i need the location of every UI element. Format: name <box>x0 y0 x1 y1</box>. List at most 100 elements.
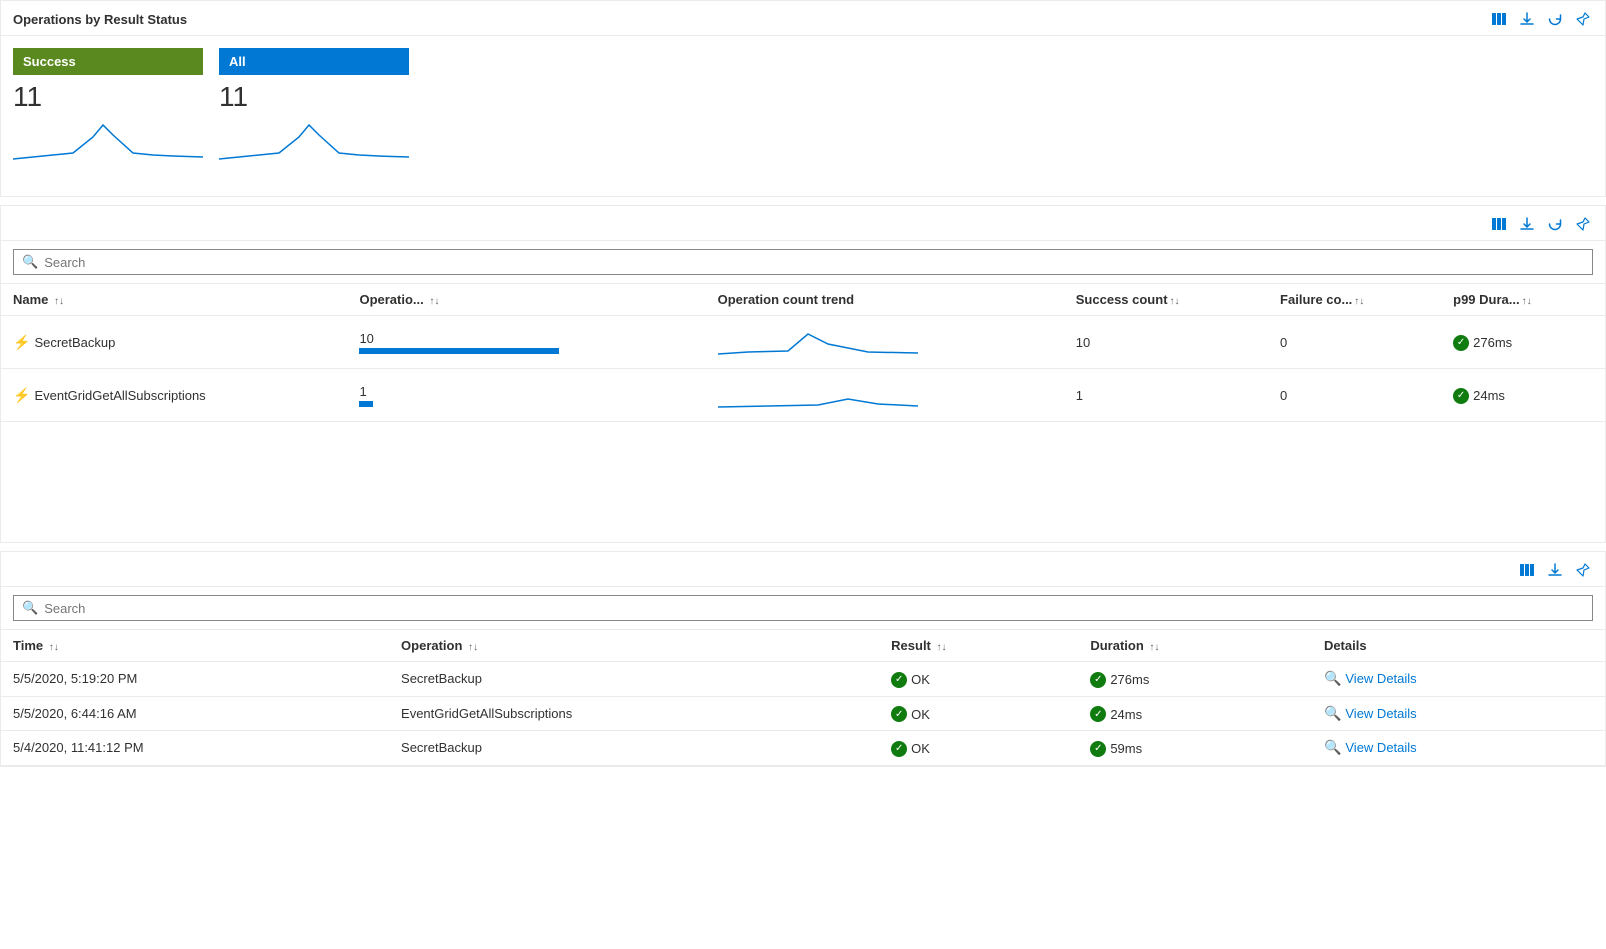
col-time[interactable]: Time ↑↓ <box>1 630 389 662</box>
drow2-result: ✓ OK <box>879 696 1078 731</box>
panel2-download-icon[interactable] <box>1517 214 1537 234</box>
row2-op-icon: ⚡ <box>13 387 30 404</box>
success-tile-count: 11 <box>13 79 203 113</box>
panel1-toolbar <box>1489 9 1593 29</box>
drow2-check-icon: ✓ <box>891 706 907 722</box>
drow2-dur-icon: ✓ <box>1090 706 1106 722</box>
sort-p99: ↑↓ <box>1522 296 1532 307</box>
panel2-pin-icon[interactable] <box>1573 214 1593 234</box>
panel3-search-box[interactable]: 🔍 <box>13 595 1593 621</box>
columns-icon[interactable] <box>1489 9 1509 29</box>
table-row: ⚡ EventGridGetAllSubscriptions 1 <box>1 369 1605 422</box>
pin-icon[interactable] <box>1573 9 1593 29</box>
drow2-time: 5/5/2020, 6:44:16 AM <box>1 696 389 731</box>
col-operation-count[interactable]: Operatio... ↑↓ <box>347 284 705 316</box>
panel2-search-icon: 🔍 <box>22 254 38 270</box>
drow3-dur-icon: ✓ <box>1090 741 1106 757</box>
success-tile[interactable]: Success 11 <box>13 48 203 167</box>
drow3-check-icon: ✓ <box>891 741 907 757</box>
row1-p99: ✓ 276ms <box>1441 316 1605 369</box>
row2-success-count: 1 <box>1064 369 1268 422</box>
drow1-result: ✓ OK <box>879 662 1078 697</box>
drow3-view-details-link[interactable]: 🔍 View Details <box>1324 739 1593 756</box>
panel2-search-box[interactable]: 🔍 <box>13 249 1593 275</box>
table-row: 5/4/2020, 11:41:12 PM SecretBackup ✓ OK … <box>1 731 1605 766</box>
drow2-view-details-link[interactable]: 🔍 View Details <box>1324 705 1593 722</box>
col-result[interactable]: Result ↑↓ <box>879 630 1078 662</box>
panel2-empty-space <box>1 422 1605 542</box>
row2-p99: ✓ 24ms <box>1441 369 1605 422</box>
sort-op: ↑↓ <box>468 642 478 653</box>
col-p99[interactable]: p99 Dura...↑↓ <box>1441 284 1605 316</box>
row1-op-icon: ⚡ <box>13 334 30 351</box>
table-header-row: Name ↑↓ Operatio... ↑↓ Operation count t… <box>1 284 1605 316</box>
col-name[interactable]: Name ↑↓ <box>1 284 347 316</box>
panel2-refresh-icon[interactable] <box>1545 214 1565 234</box>
panel2-columns-icon[interactable] <box>1489 214 1509 234</box>
row1-op-bar <box>359 348 559 354</box>
panel3-header <box>1 552 1605 587</box>
drow1-time: 5/5/2020, 5:19:20 PM <box>1 662 389 697</box>
row1-failure-count: 0 <box>1268 316 1441 369</box>
drow1-check-icon: ✓ <box>891 672 907 688</box>
drow1-dur-icon: ✓ <box>1090 672 1106 688</box>
drow3-magnify-icon: 🔍 <box>1324 739 1341 756</box>
panel-details-table: 🔍 Time ↑↓ Operation ↑↓ Result ↑↓ Duratio… <box>0 551 1606 767</box>
drow2-duration: ✓ 24ms <box>1078 696 1312 731</box>
drow3-result: ✓ OK <box>879 731 1078 766</box>
all-tile[interactable]: All 11 <box>219 48 409 167</box>
success-tile-sparkline <box>13 117 203 167</box>
drow3-details[interactable]: 🔍 View Details <box>1312 731 1605 766</box>
panel1-header: Operations by Result Status <box>1 1 1605 36</box>
row2-name: ⚡ EventGridGetAllSubscriptions <box>1 369 347 422</box>
details-table: Time ↑↓ Operation ↑↓ Result ↑↓ Duration … <box>1 630 1605 766</box>
tiles-section: Success 11 All 11 <box>1 36 1605 196</box>
table-row: 5/5/2020, 5:19:20 PM SecretBackup ✓ OK ✓… <box>1 662 1605 697</box>
table-row: ⚡ SecretBackup 10 <box>1 316 1605 369</box>
col-failure-count[interactable]: Failure co...↑↓ <box>1268 284 1441 316</box>
sort-result: ↑↓ <box>937 642 947 653</box>
drow1-view-details-link[interactable]: 🔍 View Details <box>1324 670 1593 687</box>
operations-table: Name ↑↓ Operatio... ↑↓ Operation count t… <box>1 284 1605 422</box>
col-trend[interactable]: Operation count trend <box>706 284 1064 316</box>
panel3-pin-icon[interactable] <box>1573 560 1593 580</box>
panel1-title: Operations by Result Status <box>13 12 187 27</box>
row2-op-count: 1 <box>347 369 705 422</box>
drow3-operation: SecretBackup <box>389 731 879 766</box>
download-icon[interactable] <box>1517 9 1537 29</box>
row1-success-count: 10 <box>1064 316 1268 369</box>
details-header-row: Time ↑↓ Operation ↑↓ Result ↑↓ Duration … <box>1 630 1605 662</box>
panel3-download-icon[interactable] <box>1545 560 1565 580</box>
col-success-count[interactable]: Success count↑↓ <box>1064 284 1268 316</box>
row2-check-icon: ✓ <box>1453 388 1469 404</box>
panel3-search-input[interactable] <box>44 601 1584 616</box>
drow3-duration: ✓ 59ms <box>1078 731 1312 766</box>
sort-success: ↑↓ <box>1170 296 1180 307</box>
drow1-magnify-icon: 🔍 <box>1324 670 1341 687</box>
drow2-details[interactable]: 🔍 View Details <box>1312 696 1605 731</box>
drow1-operation: SecretBackup <box>389 662 879 697</box>
row1-name: ⚡ SecretBackup <box>1 316 347 369</box>
refresh-icon[interactable] <box>1545 9 1565 29</box>
tiles-container: Success 11 All 11 <box>1 36 1605 167</box>
row1-trend <box>706 316 1064 369</box>
col-operation[interactable]: Operation ↑↓ <box>389 630 879 662</box>
panel3-search-container: 🔍 <box>1 587 1605 630</box>
all-tile-count: 11 <box>219 79 409 113</box>
row1-check-icon: ✓ <box>1453 335 1469 351</box>
table-row: 5/5/2020, 6:44:16 AM EventGridGetAllSubs… <box>1 696 1605 731</box>
col-duration[interactable]: Duration ↑↓ <box>1078 630 1312 662</box>
panel-operations-table: 🔍 Name ↑↓ Operatio... ↑↓ Operation count… <box>0 205 1606 543</box>
success-tile-header: Success <box>13 48 203 75</box>
drow1-details[interactable]: 🔍 View Details <box>1312 662 1605 697</box>
col-details: Details <box>1312 630 1605 662</box>
panel2-search-input[interactable] <box>44 255 1584 270</box>
panel3-toolbar <box>1517 560 1593 580</box>
sort-duration: ↑↓ <box>1149 642 1159 653</box>
drow2-operation: EventGridGetAllSubscriptions <box>389 696 879 731</box>
sort-failure: ↑↓ <box>1354 296 1364 307</box>
row2-trend <box>706 369 1064 422</box>
panel3-columns-icon[interactable] <box>1517 560 1537 580</box>
panel-operations-by-result-status: Operations by Result Status <box>0 0 1606 197</box>
panel2-header <box>1 206 1605 241</box>
